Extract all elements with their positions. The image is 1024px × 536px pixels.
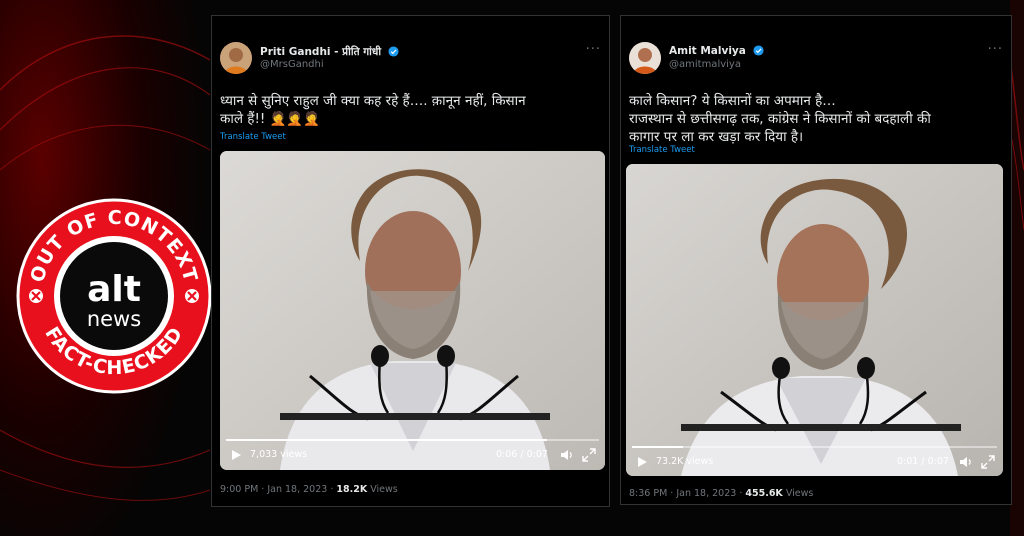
tweet-header: Priti Gandhi - प्रीति गांधी @MrsGandhi ·…: [220, 42, 601, 82]
video-time: 0:01 / 0:07: [897, 456, 949, 467]
video-progress-bar[interactable]: [226, 439, 599, 441]
fullscreen-icon[interactable]: [981, 455, 995, 469]
avatar[interactable]: [220, 42, 252, 74]
tweet-views-label: Views: [367, 484, 398, 495]
tweet-header: Amit Malviya @amitmalviya ···: [629, 42, 1003, 82]
tweet-text-line: काले किसान? ये किसानों का अपमान है…: [629, 93, 836, 109]
video-view-count: 73.2K views: [656, 456, 714, 467]
handle[interactable]: @MrsGandhi: [260, 59, 324, 70]
tweet-timestamp[interactable]: 9:00 PM · Jan 18, 2023 ·: [220, 484, 336, 495]
alt-news-badge: OUT OF CONTEXT FACT-CHECKED alt news: [14, 196, 214, 396]
tweet-views-count: 455.6K: [745, 488, 783, 499]
tweet-text-line: राजस्थान से छत्तीसगढ़ तक, कांग्रेस ने कि…: [629, 111, 931, 127]
close-icon: [185, 289, 199, 303]
verified-badge-icon: [752, 45, 764, 56]
tweet-views-label: Views: [782, 488, 814, 499]
display-name-text[interactable]: Priti Gandhi - प्रीति गांधी: [260, 46, 381, 58]
display-name[interactable]: Amit Malviya: [669, 45, 764, 57]
translate-tweet-link[interactable]: Translate Tweet: [629, 145, 695, 155]
logo-text-news: news: [87, 307, 141, 331]
tweet-card-priti-gandhi: Priti Gandhi - प्रीति गांधी @MrsGandhi ·…: [211, 15, 610, 507]
video-view-count: 7,033 views: [250, 449, 308, 460]
video-thumbnail: [626, 164, 1003, 476]
video-player[interactable]: 7,033 views 0:06 / 0:07: [220, 151, 605, 470]
video-controls: 7,033 views 0:06 / 0:07: [220, 442, 605, 470]
tweet-card-amit-malviya: Amit Malviya @amitmalviya ··· काले किसान…: [620, 15, 1012, 505]
handle[interactable]: @amitmalviya: [669, 59, 741, 70]
tweet-footer: 9:00 PM · Jan 18, 2023 · 18.2K Views: [220, 484, 398, 495]
video-player[interactable]: 73.2K views 0:01 / 0:07: [626, 164, 1003, 476]
display-name[interactable]: Priti Gandhi - प्रीति गांधी: [260, 45, 399, 59]
tweet-timestamp[interactable]: 8:36 PM · Jan 18, 2023 ·: [629, 488, 745, 499]
logo-text-alt: alt: [87, 269, 141, 310]
video-progress-fill: [632, 446, 684, 448]
speaker-icon[interactable]: [560, 448, 574, 462]
avatar[interactable]: [629, 42, 661, 74]
video-progress-bar[interactable]: [632, 446, 997, 448]
tweet-text: काले किसान? ये किसानों का अपमान है… राजस…: [629, 92, 931, 146]
verified-badge-icon: [388, 46, 399, 57]
play-icon[interactable]: [636, 456, 648, 468]
tweet-text-line: काले हैं!! 🤦🤦🤦: [220, 111, 321, 127]
more-options-icon[interactable]: ···: [988, 42, 1003, 57]
play-icon[interactable]: [230, 449, 242, 461]
close-icon: [29, 289, 43, 303]
display-name-text[interactable]: Amit Malviya: [669, 45, 746, 57]
speaker-icon[interactable]: [959, 455, 973, 469]
more-options-icon[interactable]: ···: [586, 42, 601, 57]
tweet-footer: 8:36 PM · Jan 18, 2023 · 455.6K Views: [629, 488, 813, 499]
fullscreen-icon[interactable]: [582, 448, 596, 462]
tweet-text-line: कागार पर ला कर खड़ा कर दिया है।: [629, 129, 804, 145]
tweet-text: ध्यान से सुनिए राहुल जी क्या कह रहे हैं……: [220, 92, 526, 128]
tweet-text-line: ध्यान से सुनिए राहुल जी क्या कह रहे हैं……: [220, 93, 526, 109]
video-thumbnail: [220, 151, 605, 470]
translate-tweet-link[interactable]: Translate Tweet: [220, 132, 286, 142]
video-time: 0:06 / 0:07: [496, 449, 548, 460]
tweet-views-count: 18.2K: [336, 484, 368, 495]
video-progress-fill: [226, 439, 547, 441]
video-controls: 73.2K views 0:01 / 0:07: [626, 449, 1003, 476]
